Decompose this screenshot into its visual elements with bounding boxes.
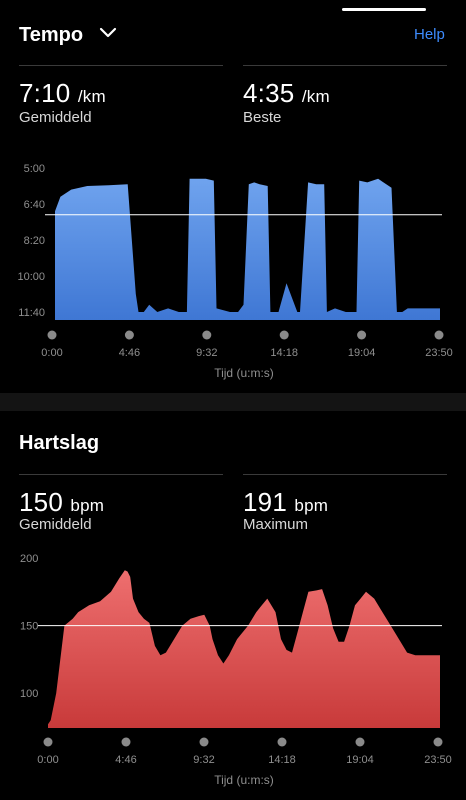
- pace-best-number: 4:35: [243, 78, 295, 108]
- x-tick-label: 19:04: [348, 347, 376, 359]
- x-tick-label: 0:00: [37, 754, 58, 766]
- y-tick-label: 200: [20, 553, 38, 565]
- divider: [19, 65, 223, 66]
- divider: [243, 474, 447, 475]
- x-tick-label: 9:32: [193, 754, 214, 766]
- x-tick-dot: [355, 737, 365, 747]
- y-tick-label: 11:40: [18, 307, 45, 319]
- x-tick-label: 0:00: [41, 347, 62, 359]
- heart-average-number: 150: [19, 487, 63, 517]
- pace-average-value: 7:10 /km: [19, 78, 106, 109]
- x-tick-label: 4:46: [119, 347, 140, 359]
- heart-average-value: 150 bpm: [19, 487, 104, 518]
- help-link[interactable]: Help: [414, 26, 445, 43]
- heart-average-unit: bpm: [70, 496, 105, 515]
- y-tick-label: 10:00: [17, 271, 45, 283]
- x-axis-title: Tijd (u:m:s): [214, 366, 274, 380]
- chevron-down-icon[interactable]: [99, 26, 117, 45]
- divider: [19, 474, 223, 475]
- pace-best-value: 4:35 /km: [243, 78, 330, 109]
- heart-title: Hartslag: [19, 432, 100, 454]
- x-tick-label: 14:18: [268, 754, 296, 766]
- pace-title[interactable]: Tempo: [19, 24, 83, 47]
- heart-max-value: 191 bpm: [243, 487, 328, 518]
- x-tick-dot: [434, 330, 444, 340]
- x-tick-label: 9:32: [196, 347, 217, 359]
- heart-max-label: Maximum: [243, 516, 309, 533]
- heart-max-unit: bpm: [294, 496, 329, 515]
- x-tick-dot: [124, 330, 134, 340]
- x-tick-dot: [121, 737, 131, 747]
- x-axis-title: Tijd (u:m:s): [214, 773, 274, 787]
- y-tick-label: 150: [20, 621, 38, 633]
- x-tick-dot: [202, 330, 212, 340]
- x-tick-dot: [43, 737, 53, 747]
- y-tick-label: 8:20: [24, 235, 45, 247]
- y-tick-label: 100: [20, 688, 38, 700]
- x-tick-dot: [47, 330, 57, 340]
- x-tick-label: 23:50: [424, 754, 452, 766]
- x-tick-label: 4:46: [115, 754, 136, 766]
- y-tick-label: 6:40: [24, 199, 45, 211]
- x-tick-dot: [433, 737, 443, 747]
- pace-best-label: Beste: [243, 109, 282, 126]
- pace-average-number: 7:10: [19, 78, 71, 108]
- heart-average-label: Gemiddeld: [19, 516, 92, 533]
- heart-area: [48, 570, 440, 728]
- x-tick-dot: [279, 330, 289, 340]
- x-tick-dot: [357, 330, 367, 340]
- x-tick-label: 23:50: [425, 347, 453, 359]
- section-separator: [0, 393, 466, 411]
- pace-average-label: Gemiddeld: [19, 109, 92, 126]
- x-tick-dot: [199, 737, 209, 747]
- heart-chart[interactable]: 200 150 100 0:00 4:46 9:32 14:18 19:04 23:50 Tijd…: [0, 545, 466, 795]
- y-tick-label: 5:00: [24, 163, 45, 175]
- x-tick-dot: [277, 737, 287, 747]
- divider: [243, 65, 447, 66]
- x-tick-label: 14:18: [270, 347, 298, 359]
- x-tick-label: 19:04: [346, 754, 374, 766]
- top-indicator: [342, 8, 426, 11]
- pace-title-label: Tempo: [19, 24, 84, 46]
- heart-max-number: 191: [243, 487, 287, 517]
- pace-average-unit: /km: [77, 87, 106, 106]
- pace-area: [55, 178, 440, 320]
- pace-best-unit: /km: [301, 87, 330, 106]
- pace-chart[interactable]: 5:00 6:40 8:20 10:00 11:40 0:00 4:46 9:32 14:18 1…: [0, 150, 466, 390]
